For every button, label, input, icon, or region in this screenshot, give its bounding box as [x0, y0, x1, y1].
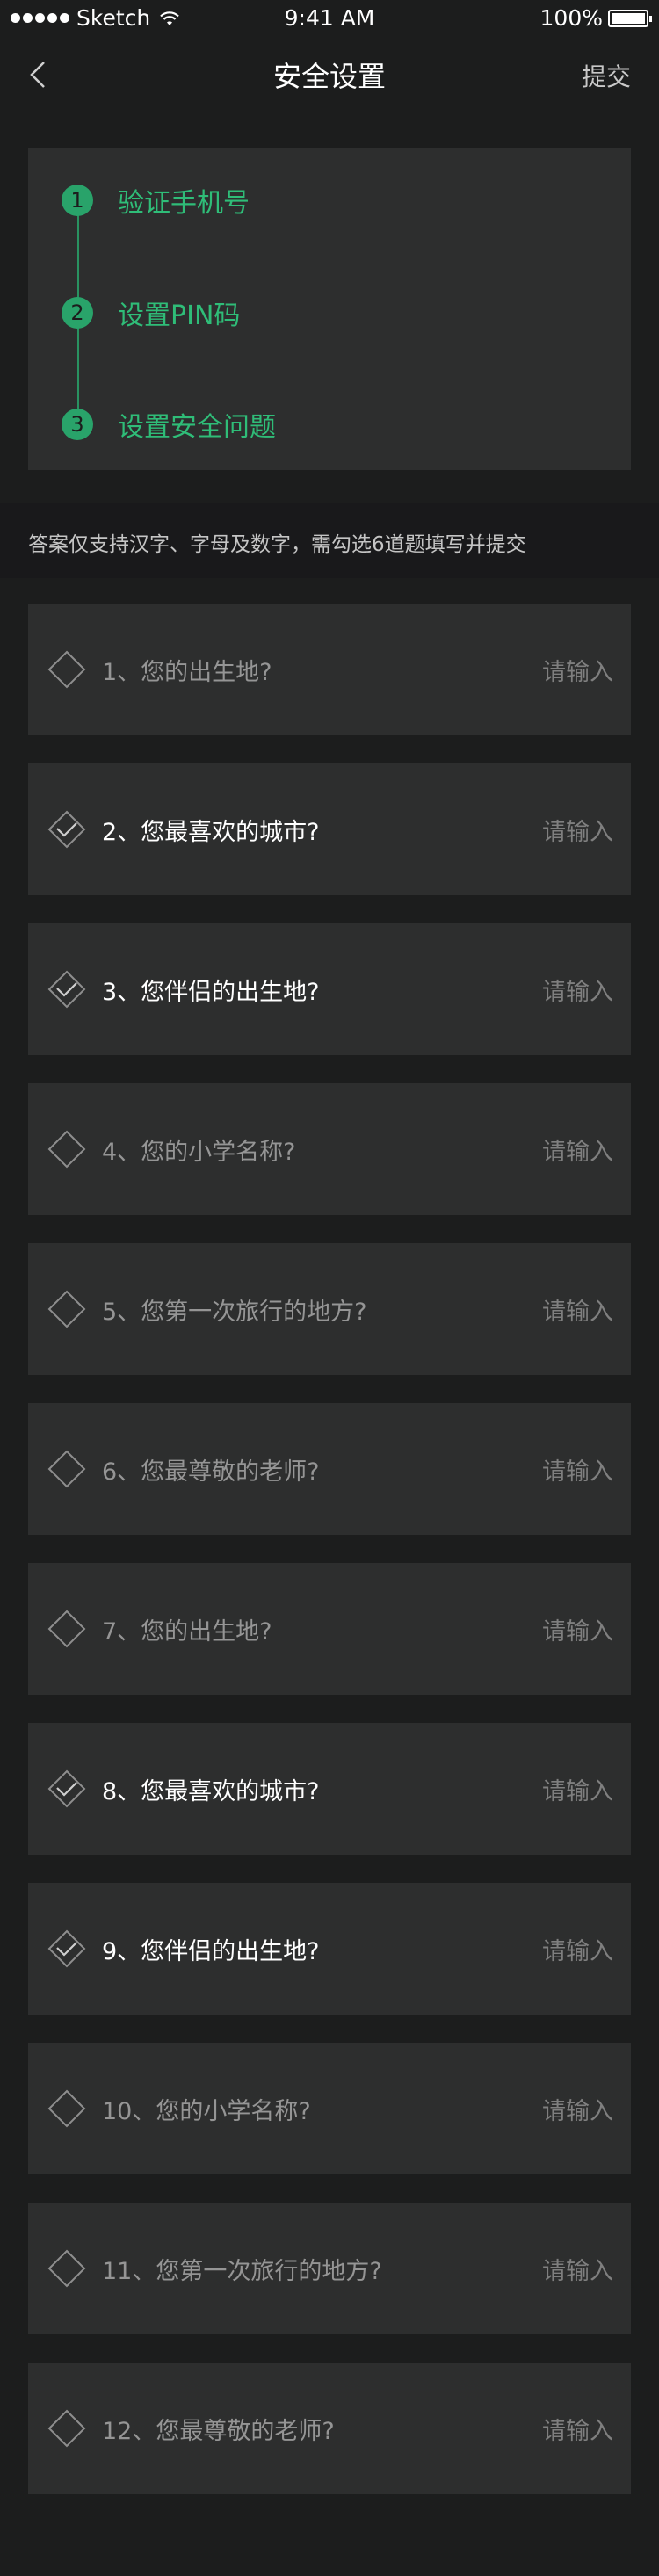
- answer-input[interactable]: 请输入: [542, 813, 613, 847]
- question-label: 6、您最尊敬的老师?: [102, 1458, 320, 1486]
- step-3: 3 设置安全问题: [62, 405, 276, 444]
- question-item[interactable]: 11、您第一次旅行的地方? 请输入: [28, 2203, 631, 2334]
- question-label: 10、您的小学名称?: [102, 2098, 311, 2125]
- checked-diamond-checkbox-icon[interactable]: [47, 810, 86, 849]
- diamond-checkbox-icon[interactable]: [47, 650, 86, 689]
- battery-icon: [608, 9, 652, 27]
- question-item[interactable]: 10、您的小学名称? 请输入: [28, 2043, 631, 2174]
- step-number: 1: [62, 185, 93, 216]
- nav-bar: 安全设置 提交: [0, 35, 659, 112]
- question-item[interactable]: 9、您伴侣的出生地? 请输入: [28, 1883, 631, 2015]
- step-label: 设置PIN码: [118, 300, 241, 331]
- notice-text: 答案仅支持汉字、字母及数字，需勾选6道题填写并提交: [28, 533, 526, 556]
- step-label: 设置安全问题: [118, 412, 276, 443]
- question-item[interactable]: 1、您的出生地? 请输入: [28, 604, 631, 735]
- step-number: 3: [62, 409, 93, 440]
- question-label: 3、您伴侣的出生地?: [102, 979, 320, 1006]
- checked-diamond-checkbox-icon[interactable]: [47, 1769, 86, 1808]
- question-label: 12、您最尊敬的老师?: [102, 2418, 335, 2445]
- diamond-checkbox-icon[interactable]: [47, 2249, 86, 2288]
- question-item[interactable]: 3、您伴侣的出生地? 请输入: [28, 923, 631, 1055]
- answer-input[interactable]: 请输入: [542, 1612, 613, 1646]
- diamond-checkbox-icon[interactable]: [47, 1450, 86, 1488]
- checked-diamond-checkbox-icon[interactable]: [47, 1929, 86, 1968]
- question-item[interactable]: 5、您第一次旅行的地方? 请输入: [28, 1243, 631, 1375]
- answer-input[interactable]: 请输入: [542, 1932, 613, 1966]
- question-label: 7、您的出生地?: [102, 1618, 272, 1646]
- notice-banner: 答案仅支持汉字、字母及数字，需勾选6道题填写并提交: [0, 503, 659, 578]
- question-item[interactable]: 7、您的出生地? 请输入: [28, 1563, 631, 1695]
- question-item[interactable]: 8、您最喜欢的城市? 请输入: [28, 1723, 631, 1855]
- diamond-checkbox-icon[interactable]: [47, 1290, 86, 1328]
- diamond-checkbox-icon[interactable]: [47, 2089, 86, 2128]
- step-number: 2: [62, 297, 93, 329]
- step-2: 2 设置PIN码: [62, 293, 240, 332]
- answer-input[interactable]: 请输入: [542, 973, 613, 1007]
- page-title: 安全设置: [272, 60, 386, 93]
- answer-input[interactable]: 请输入: [542, 2252, 613, 2286]
- checked-diamond-checkbox-icon[interactable]: [47, 970, 86, 1009]
- answer-input[interactable]: 请输入: [542, 1452, 613, 1487]
- question-label: 1、您的出生地?: [102, 659, 272, 686]
- question-label: 2、您最喜欢的城市?: [102, 819, 320, 846]
- question-label: 5、您第一次旅行的地方?: [102, 1299, 367, 1326]
- answer-input[interactable]: 请输入: [542, 1772, 613, 1806]
- diamond-checkbox-icon[interactable]: [47, 1130, 86, 1169]
- question-item[interactable]: 12、您最尊敬的老师? 请输入: [28, 2363, 631, 2494]
- question-label: 9、您伴侣的出生地?: [102, 1938, 320, 1965]
- step-label: 验证手机号: [118, 188, 250, 219]
- battery-group: 100%: [540, 5, 652, 31]
- question-item[interactable]: 4、您的小学名称? 请输入: [28, 1083, 631, 1215]
- answer-input[interactable]: 请输入: [542, 1132, 613, 1167]
- status-bar: Sketch 9:41 AM 100%: [0, 0, 659, 35]
- answer-input[interactable]: 请输入: [542, 2092, 613, 2126]
- answer-input[interactable]: 请输入: [542, 653, 613, 687]
- submit-button[interactable]: 提交: [582, 58, 631, 93]
- step-1: 1 验证手机号: [62, 181, 250, 220]
- progress-steps: 1 验证手机号 2 设置PIN码 3 设置安全问题: [28, 148, 631, 470]
- diamond-checkbox-icon[interactable]: [47, 1610, 86, 1648]
- question-item[interactable]: 2、您最喜欢的城市? 请输入: [28, 763, 631, 895]
- battery-percent: 100%: [540, 5, 603, 31]
- question-label: 8、您最喜欢的城市?: [102, 1778, 320, 1805]
- question-item[interactable]: 6、您最尊敬的老师? 请输入: [28, 1403, 631, 1535]
- diamond-checkbox-icon[interactable]: [47, 2409, 86, 2448]
- question-label: 11、您第一次旅行的地方?: [102, 2258, 382, 2285]
- answer-input[interactable]: 请输入: [542, 1292, 613, 1327]
- question-label: 4、您的小学名称?: [102, 1139, 296, 1166]
- answer-input[interactable]: 请输入: [542, 2412, 613, 2446]
